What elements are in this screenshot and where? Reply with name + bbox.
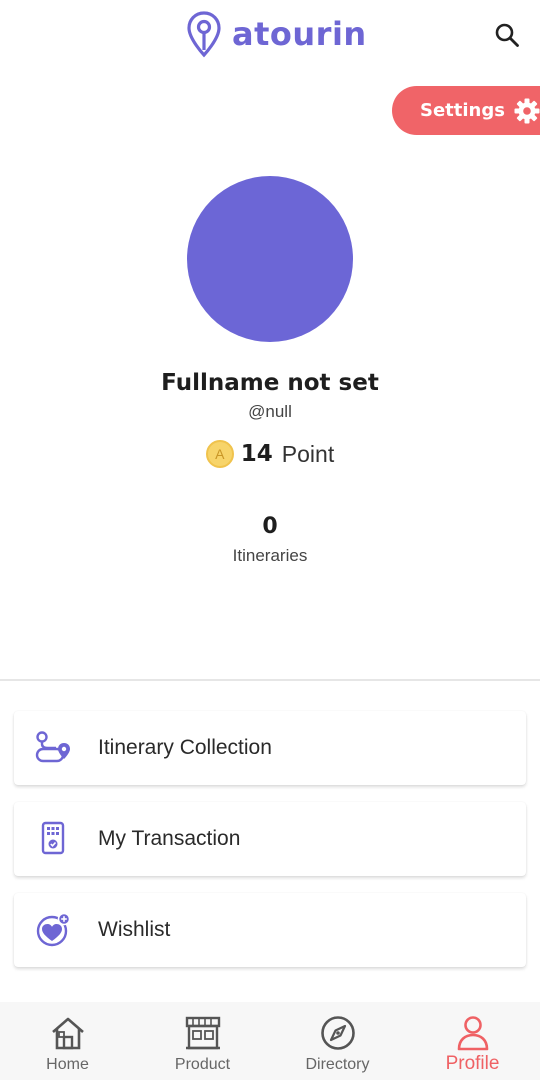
nav-item-product[interactable]: Product bbox=[135, 1002, 270, 1080]
brand-logo: atourin bbox=[186, 10, 367, 58]
home-icon bbox=[51, 1017, 84, 1050]
menu-item-itinerary-collection[interactable]: Itinerary Collection bbox=[14, 711, 526, 785]
user-icon bbox=[457, 1016, 488, 1051]
nav-label-directory: Directory bbox=[305, 1056, 370, 1073]
itineraries-label: Itineraries bbox=[232, 546, 308, 565]
compass-icon bbox=[320, 1016, 355, 1050]
brand-name: atourin bbox=[232, 15, 367, 53]
points-value: 14 bbox=[240, 441, 273, 467]
bottom-navigation: Home Product Directory Profile bbox=[0, 1002, 540, 1080]
menu-item-label: My Transaction bbox=[98, 827, 241, 850]
store-icon bbox=[185, 1016, 220, 1050]
search-button[interactable] bbox=[490, 18, 524, 52]
avatar[interactable] bbox=[187, 176, 353, 342]
nav-label-product: Product bbox=[174, 1056, 231, 1073]
gear-icon bbox=[514, 98, 540, 123]
app-header: atourin bbox=[0, 0, 540, 72]
receipt-icon bbox=[41, 821, 65, 855]
section-divider bbox=[0, 679, 540, 681]
settings-button[interactable]: Settings bbox=[392, 86, 540, 135]
points-unit: Point bbox=[281, 440, 335, 467]
menu-item-label: Itinerary Collection bbox=[98, 736, 272, 759]
points-display: A 14 Point bbox=[0, 440, 540, 468]
coin-icon: A bbox=[205, 440, 234, 468]
route-pin-icon bbox=[35, 731, 70, 763]
nav-item-directory[interactable]: Directory bbox=[270, 1002, 405, 1080]
menu-item-label: Wishlist bbox=[98, 918, 171, 941]
location-pin-icon bbox=[187, 11, 221, 58]
menu-item-wishlist[interactable]: Wishlist bbox=[14, 893, 526, 967]
itineraries-count[interactable]: 0 bbox=[0, 514, 540, 539]
nav-item-profile[interactable]: Profile bbox=[405, 1002, 540, 1080]
profile-fullname: Fullname not set bbox=[161, 370, 379, 396]
nav-item-home[interactable]: Home bbox=[0, 1002, 135, 1080]
nav-label-home: Home bbox=[46, 1056, 89, 1073]
heart-plus-icon bbox=[36, 912, 71, 947]
profile-username: @null bbox=[248, 402, 292, 421]
search-icon bbox=[495, 23, 519, 47]
nav-label-profile: Profile bbox=[445, 1053, 500, 1074]
menu-item-my-transaction[interactable]: My Transaction bbox=[14, 802, 526, 876]
settings-label: Settings bbox=[420, 100, 505, 121]
